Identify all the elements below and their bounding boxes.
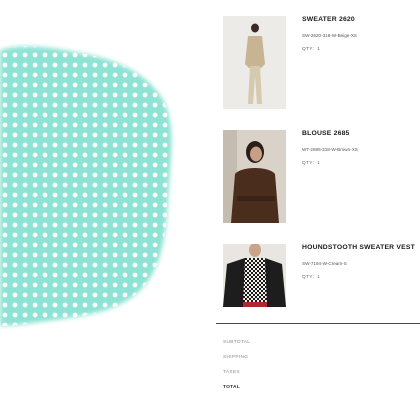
product-sku: SW-7194-W-Cream-S bbox=[302, 261, 347, 266]
product-sku: WT-2685-318-W-Brown-XS bbox=[302, 147, 358, 152]
quantity-value: 1 bbox=[317, 275, 320, 280]
product-info: HOUNDSTOOTH SWEATER VEST SW-7194-W-Cream… bbox=[302, 244, 420, 280]
product-info: BLOUSE 2685 WT-2685-318-W-Brown-XS QTY: 1 bbox=[302, 130, 420, 166]
product-image[interactable] bbox=[223, 244, 286, 307]
quantity-value: 1 bbox=[317, 47, 320, 52]
taxes-label: TAXES bbox=[223, 370, 240, 375]
shipping-label: SHIPPING bbox=[223, 355, 249, 360]
product-quantity: QTY: 1 bbox=[302, 161, 420, 166]
subtotal-label: SUBTOTAL bbox=[223, 340, 251, 345]
order-summary: SUBTOTAL SHIPPING TAXES TOTAL bbox=[223, 340, 413, 400]
quantity-label: QTY: bbox=[302, 161, 315, 166]
quantity-value: 1 bbox=[317, 161, 320, 166]
product-name[interactable]: SWEATER 2620 bbox=[302, 16, 420, 23]
summary-divider bbox=[216, 323, 420, 324]
quantity-label: QTY: bbox=[302, 47, 315, 52]
total-label: TOTAL bbox=[223, 385, 241, 390]
product-quantity: QTY: 1 bbox=[302, 47, 420, 52]
polka-dot-decoration bbox=[0, 46, 172, 326]
product-quantity: QTY: 1 bbox=[302, 275, 420, 280]
quantity-label: QTY: bbox=[302, 275, 315, 280]
product-image[interactable] bbox=[223, 130, 286, 223]
product-image[interactable] bbox=[223, 16, 286, 109]
product-sku: SW-2620-318-W-Beige-XS bbox=[302, 33, 357, 38]
checkout-page: SWEATER 2620 SW-2620-318-W-Beige-XS QTY:… bbox=[0, 0, 420, 420]
product-info: SWEATER 2620 SW-2620-318-W-Beige-XS QTY:… bbox=[302, 16, 420, 52]
product-name[interactable]: HOUNDSTOOTH SWEATER VEST bbox=[302, 244, 420, 251]
product-name[interactable]: BLOUSE 2685 bbox=[302, 130, 420, 137]
